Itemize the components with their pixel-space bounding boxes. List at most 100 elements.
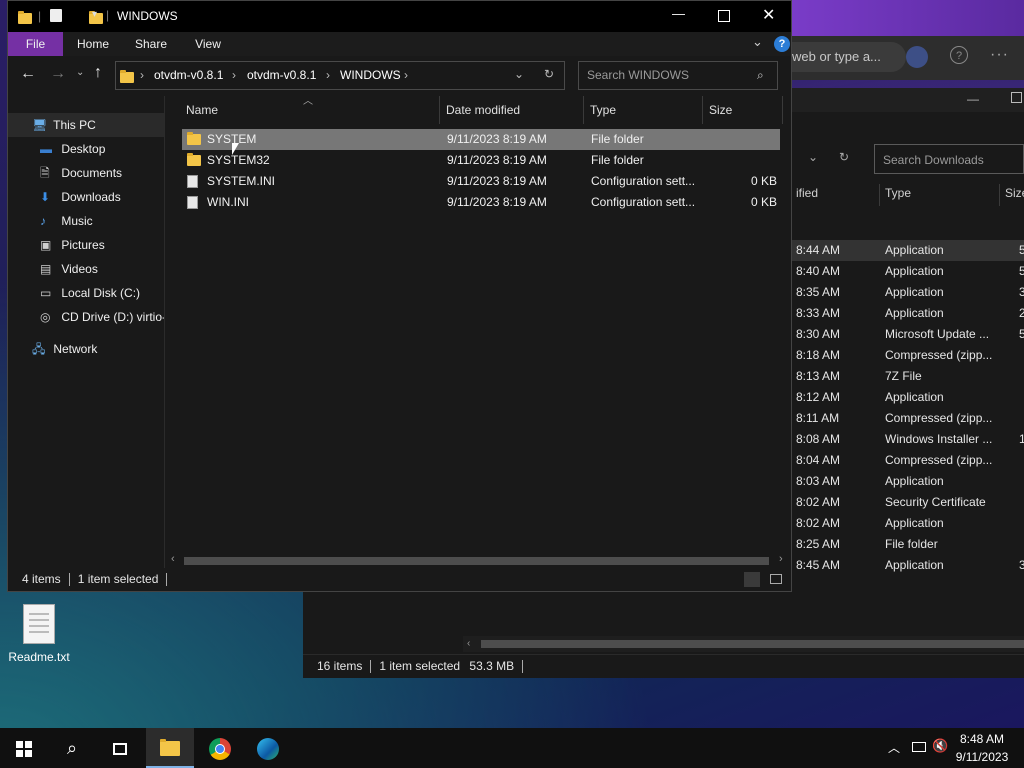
folder-icon <box>187 132 201 146</box>
properties-icon[interactable] <box>50 9 62 22</box>
downloads-row[interactable]: 8:30 AM Microsoft Update ... 5 <box>791 324 1024 345</box>
scroll-right-icon[interactable]: › <box>779 553 783 565</box>
minimize-icon[interactable]: — <box>967 92 979 106</box>
task-view-icon[interactable] <box>96 728 144 768</box>
scrollbar-thumb[interactable] <box>184 557 769 565</box>
downloads-row[interactable]: 8:45 AM Application 3 <box>791 555 1024 576</box>
chrome-taskbar-button[interactable] <box>196 728 244 768</box>
downloads-row[interactable]: 8:11 AM Compressed (zipp... <box>791 408 1024 429</box>
downloads-row[interactable]: 8:08 AM Windows Installer ... 15 <box>791 429 1024 450</box>
back-icon[interactable]: ← <box>20 65 36 83</box>
scroll-left-icon[interactable]: ‹ <box>171 553 175 565</box>
expand-ribbon-icon[interactable]: ⌄ <box>752 34 763 50</box>
downloads-search-input[interactable]: Search Downloads <box>874 144 1024 174</box>
refresh-icon[interactable]: ↻ <box>544 67 554 81</box>
address-bar[interactable]: › otvdm-v0.8.1 › otvdm-v0.8.1 › WINDOWS … <box>115 61 565 90</box>
refresh-icon[interactable]: ↻ <box>839 150 849 164</box>
nav-item-cd-drive-d-virtio[interactable]: ◎ CD Drive (D:) virtio- <box>8 305 164 329</box>
clock[interactable]: 8:48 AM 9/11/2023 <box>944 730 1020 766</box>
maximize-icon[interactable] <box>718 10 730 22</box>
start-button[interactable] <box>0 728 48 768</box>
column-name[interactable]: Name <box>180 96 440 124</box>
downloads-row[interactable]: 8:35 AM Application 3 <box>791 282 1024 303</box>
chevron-down-icon[interactable]: ⌄ <box>514 67 524 81</box>
nav-item-pictures[interactable]: ▣ Pictures <box>8 233 164 257</box>
column-size[interactable]: Size <box>1005 186 1024 200</box>
downloads-row[interactable]: 8:25 AM File folder <box>791 534 1024 555</box>
column-type[interactable]: Type <box>885 186 911 200</box>
network-icon: 🖧 <box>32 342 46 356</box>
column-date-modified[interactable]: ified <box>796 186 818 200</box>
show-hidden-icons-icon[interactable]: ︿ <box>888 739 900 756</box>
downloads-row[interactable]: 8:04 AM Compressed (zipp... <box>791 450 1024 471</box>
nav-item-local-disk-c[interactable]: ▭ Local Disk (C:) <box>8 281 164 305</box>
file-type: File folder <box>591 153 644 167</box>
downloads-row[interactable]: 8:33 AM Application 2 <box>791 303 1024 324</box>
desktop-file-readme[interactable]: Readme.txt <box>8 604 70 664</box>
forward-icon[interactable]: → <box>50 65 66 83</box>
nav-item-downloads[interactable]: ⬇ Downloads <box>8 185 164 209</box>
downloads-row[interactable]: 8:02 AM Security Certificate <box>791 492 1024 513</box>
file-row[interactable]: SYSTEM 9/11/2023 8:19 AM File folder <box>182 129 780 150</box>
large-icons-view-icon[interactable] <box>770 574 782 584</box>
up-icon[interactable]: ↑ <box>94 64 102 82</box>
row-time: 8:02 AM <box>796 495 841 509</box>
downloads-row[interactable]: 8:18 AM Compressed (zipp... <box>791 345 1024 366</box>
horizontal-scrollbar[interactable]: ‹ › <box>165 552 791 569</box>
downloads-row[interactable]: 8:12 AM Application <box>791 387 1024 408</box>
downloads-row[interactable]: 8:13 AM 7Z File <box>791 366 1024 387</box>
help-icon[interactable]: ? <box>774 36 790 52</box>
breadcrumb-separator-icon[interactable]: › <box>326 68 330 82</box>
desktop-icon: ▬ <box>40 142 52 156</box>
row-type: Application <box>885 390 944 404</box>
ribbon-tab-share[interactable]: Share <box>126 32 176 56</box>
scrollbar-thumb[interactable] <box>481 640 1024 648</box>
breadcrumb-item[interactable]: WINDOWS <box>340 68 401 82</box>
nav-item-desktop[interactable]: ▬ Desktop <box>8 137 164 161</box>
column-type[interactable]: Type <box>584 96 703 124</box>
breadcrumb-separator-icon[interactable]: › <box>404 68 408 82</box>
search-icon[interactable]: ⌕ <box>48 728 96 768</box>
scroll-left-icon[interactable]: ‹ <box>467 638 470 649</box>
minimize-icon[interactable]: — <box>672 6 685 21</box>
maximize-icon[interactable] <box>1011 92 1022 103</box>
chevron-down-icon[interactable]: ⌄ <box>808 150 818 164</box>
nav-item-music[interactable]: ♪ Music <box>8 209 164 233</box>
search-icon[interactable]: ⌕ <box>757 62 764 89</box>
row-type: Microsoft Update ... <box>885 327 990 341</box>
file-explorer-taskbar-button[interactable] <box>146 728 194 768</box>
recent-locations-icon[interactable]: ⌄ <box>76 67 84 78</box>
row-time: 8:45 AM <box>796 558 841 572</box>
nav-item-videos[interactable]: ▤ Videos <box>8 257 164 281</box>
nav-item-network[interactable]: 🖧 Network <box>8 337 164 361</box>
breadcrumb-separator-icon[interactable]: › <box>140 68 144 82</box>
ribbon-tab-file[interactable]: File <box>8 32 63 56</box>
close-icon[interactable]: ✕ <box>762 5 775 25</box>
network-icon[interactable] <box>912 742 926 752</box>
breadcrumb-separator-icon[interactable]: › <box>232 68 236 82</box>
file-row[interactable]: SYSTEM32 9/11/2023 8:19 AM File folder <box>182 150 780 171</box>
file-row[interactable]: WIN.INI 9/11/2023 8:19 AM Configuration se… <box>182 192 780 213</box>
quick-access-dropdown-icon[interactable]: ▾ <box>92 9 97 20</box>
nav-item-this-pc[interactable]: 🖥 This PC <box>8 113 164 137</box>
help-icon[interactable]: ? <box>950 46 968 64</box>
column-size[interactable]: Size <box>703 96 783 124</box>
breadcrumb-item[interactable]: otvdm-v0.8.1 <box>154 68 223 82</box>
details-view-icon[interactable] <box>744 572 760 587</box>
column-date-modified[interactable]: Date modified <box>440 96 584 124</box>
divider <box>166 573 168 587</box>
ribbon-tab-home[interactable]: Home <box>68 32 118 56</box>
search-input[interactable]: Search WINDOWS ⌕ <box>578 61 778 90</box>
bing-icon[interactable] <box>906 46 928 68</box>
file-row[interactable]: SYSTEM.INI 9/11/2023 8:19 AM Configuration… <box>182 171 780 192</box>
ribbon-tab-view[interactable]: View <box>184 32 232 56</box>
breadcrumb-item[interactable]: otvdm-v0.8.1 <box>247 68 316 82</box>
downloads-row[interactable]: 8:44 AM Application 5 <box>791 240 1024 261</box>
downloads-row[interactable]: 8:02 AM Application <box>791 513 1024 534</box>
downloads-row[interactable]: 8:03 AM Application <box>791 471 1024 492</box>
nav-item-documents[interactable]: 🗎 Documents <box>8 161 164 185</box>
downloads-row[interactable]: 8:40 AM Application 5 <box>791 261 1024 282</box>
downloads-horizontal-scrollbar[interactable]: ‹ <box>463 636 1024 652</box>
more-icon[interactable]: ··· <box>990 46 1009 64</box>
edge-taskbar-button[interactable] <box>244 728 292 768</box>
